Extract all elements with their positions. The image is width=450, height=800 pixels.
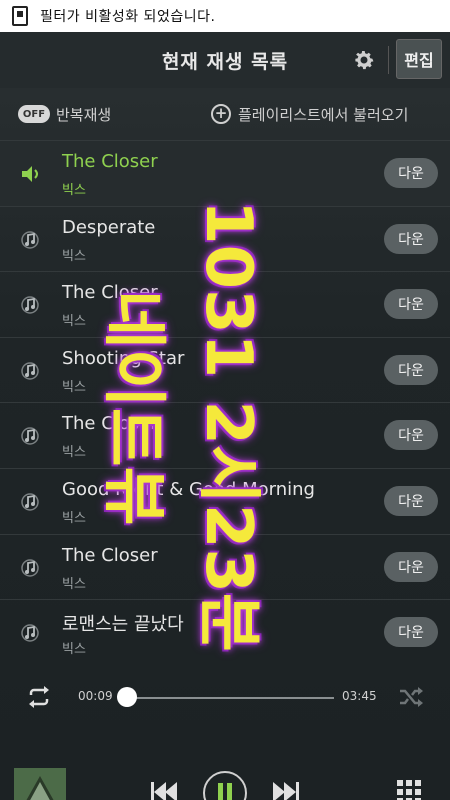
pause-button[interactable] xyxy=(203,771,247,800)
playlist-row[interactable]: The Closer 빅스 다운 xyxy=(0,140,450,206)
speaker-icon xyxy=(20,163,42,185)
music-note-icon xyxy=(20,229,42,251)
seek-bar[interactable] xyxy=(124,697,334,699)
song-artist: 빅스 xyxy=(62,248,86,264)
music-note-icon xyxy=(20,360,42,382)
download-button[interactable]: 다운 xyxy=(384,420,438,451)
status-message: 필터가 비활성화 되었습니다. xyxy=(40,9,216,25)
repeat-icon[interactable] xyxy=(26,685,52,709)
download-button[interactable]: 다운 xyxy=(384,551,438,582)
download-button[interactable]: 다운 xyxy=(384,158,438,188)
grid-menu-icon[interactable] xyxy=(397,780,421,800)
song-artist: 빅스 xyxy=(62,576,86,592)
music-note-icon xyxy=(20,622,42,644)
plus-icon[interactable]: + xyxy=(211,104,231,124)
song-title: The Closer xyxy=(62,151,158,172)
seek-handle[interactable] xyxy=(117,687,138,707)
status-bar: 필터가 비활성화 되었습니다. xyxy=(0,0,450,32)
song-artist: 빅스 xyxy=(62,642,86,658)
current-time: 00:09 xyxy=(78,689,113,703)
repeat-toggle[interactable]: OFF xyxy=(18,105,50,123)
toolbar: OFF 반복재생 + 플레이리스트에서 불러오기 xyxy=(0,88,450,140)
previous-icon[interactable] xyxy=(150,780,180,800)
load-playlist-link[interactable]: 플레이리스트에서 불러오기 xyxy=(238,104,408,125)
song-title: Desperate xyxy=(62,216,156,238)
total-time: 03:45 xyxy=(342,689,377,703)
player-controls: 00:09 03:45 xyxy=(0,672,450,800)
song-artist: 빅스 xyxy=(62,314,86,330)
music-note-icon xyxy=(20,557,42,579)
song-title: The Closer xyxy=(62,544,158,566)
download-button[interactable]: 다운 xyxy=(384,354,438,385)
song-title: 로맨스는 끝났다 xyxy=(62,614,184,636)
gear-icon[interactable] xyxy=(352,48,376,72)
pause-icon xyxy=(218,783,232,800)
music-app: 현재 재생 목록 편집 OFF 반복재생 + 플레이리스트에서 불러오기 The… xyxy=(0,32,450,800)
song-artist: 빅스 xyxy=(62,510,86,526)
shuffle-icon[interactable] xyxy=(398,686,424,708)
music-note-icon xyxy=(20,425,42,447)
music-note-icon xyxy=(20,294,42,316)
song-artist: 빅스 xyxy=(62,183,86,198)
music-note-icon xyxy=(20,491,42,513)
album-art[interactable] xyxy=(14,768,66,800)
page-title: 현재 재생 목록 xyxy=(161,50,289,73)
song-artist: 빅스 xyxy=(62,445,86,461)
notification-icon xyxy=(12,6,28,26)
overlay-watermark: 네이트뷰 xyxy=(96,290,170,526)
download-button[interactable]: 다운 xyxy=(384,289,438,320)
next-icon[interactable] xyxy=(270,780,300,800)
song-artist: 빅스 xyxy=(62,379,86,395)
download-button[interactable]: 다운 xyxy=(384,617,438,648)
download-button[interactable]: 다운 xyxy=(384,485,438,516)
edit-button[interactable]: 편집 xyxy=(396,39,442,79)
repeat-label[interactable]: 반복재생 xyxy=(56,104,111,125)
download-button[interactable]: 다운 xyxy=(384,223,438,254)
header-divider xyxy=(388,46,389,74)
header: 현재 재생 목록 편집 xyxy=(0,32,450,88)
overlay-timestamp: 1031 2시23분 xyxy=(191,200,265,652)
